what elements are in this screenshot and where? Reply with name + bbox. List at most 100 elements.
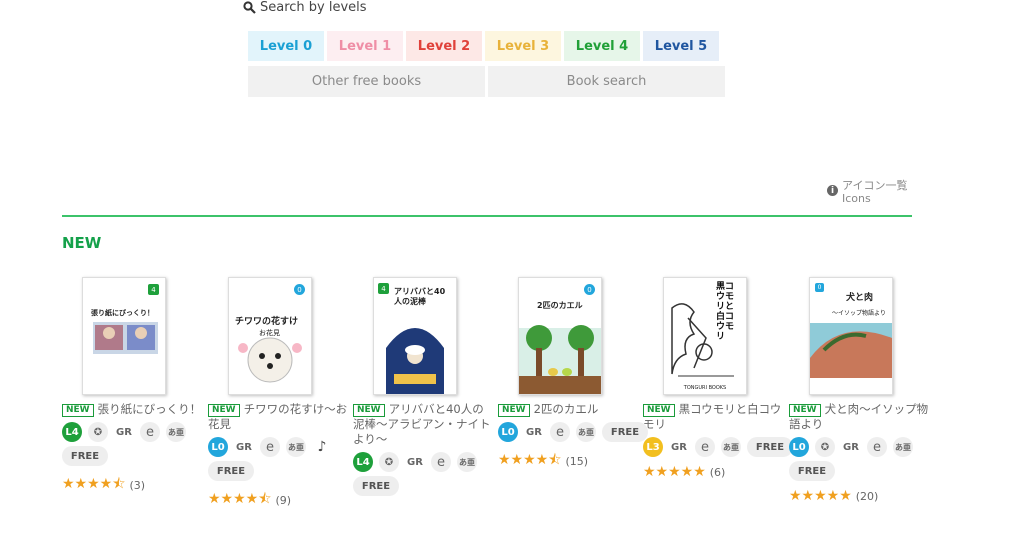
book-title[interactable]: NEW 2匹のカエル bbox=[498, 402, 638, 417]
level-0-button[interactable]: Level 0 bbox=[248, 31, 324, 61]
cover-level-badge: 4 bbox=[148, 284, 159, 295]
graded-reader-tag: GR bbox=[843, 441, 859, 453]
cover-title: 黒コウモリと白コウモリ bbox=[716, 282, 735, 342]
book-tags: L0 GR e あ亜 FREE bbox=[498, 422, 648, 442]
level-badge: L0 bbox=[498, 422, 518, 442]
search-by-levels-label: Search by levels bbox=[260, 0, 367, 15]
cover-level-badge: 0 bbox=[584, 284, 595, 295]
book-cover[interactable]: 0 2匹のカエル bbox=[518, 277, 602, 395]
ebook-tag: e bbox=[550, 422, 570, 442]
level-1-button[interactable]: Level 1 bbox=[327, 31, 403, 61]
book-cover[interactable]: 4 張り紙にびっくり！ bbox=[82, 277, 166, 395]
section-divider bbox=[62, 215, 912, 217]
graded-reader-tag: GR bbox=[116, 426, 132, 438]
book-title[interactable]: NEW 犬と肉〜イソップ物語より bbox=[789, 402, 929, 432]
cover-title: 犬と肉 bbox=[846, 293, 874, 303]
rating: ★★★★⯪ (3) bbox=[62, 473, 202, 497]
cover-title: チワワの花すけ bbox=[235, 317, 299, 327]
new-badge: NEW bbox=[208, 404, 240, 417]
kanji-tag: あ亜 bbox=[893, 437, 913, 457]
rating-count: (15) bbox=[565, 454, 589, 468]
info-icon: i bbox=[827, 185, 838, 196]
book-title-text: 2匹のカエル bbox=[533, 402, 599, 416]
level-badge: L4 bbox=[62, 422, 82, 442]
book-cover[interactable]: 4 アリババと40人の泥棒 bbox=[373, 277, 457, 395]
ebook-tag: e bbox=[695, 437, 715, 457]
cover-title: 張り紙にびっくり！ bbox=[91, 309, 154, 317]
rating-stars: ★★★★★ bbox=[643, 464, 706, 480]
kanji-tag: あ亜 bbox=[576, 422, 596, 442]
level-3-button[interactable]: Level 3 bbox=[485, 31, 561, 61]
book-tags: L3 GR e あ亜 FREE bbox=[643, 437, 793, 457]
book-tags: L0 ✪ GR e あ亜 FREE bbox=[789, 437, 939, 481]
kanji-tag: あ亜 bbox=[457, 452, 477, 472]
cover-level-badge: 0 bbox=[294, 284, 305, 295]
book-card[interactable]: 4 張り紙にびっくり！ NEW 張り紙にびっくり！ L4 ✪ GR e あ亜 FR… bbox=[62, 277, 202, 497]
book-card[interactable]: 0 犬と肉 〜イソップ物語より NEW 犬と肉〜イソップ物語より L0 ✪ GR … bbox=[789, 277, 929, 504]
award-icon: ✪ bbox=[815, 437, 835, 457]
cover-publisher: TONGURI BOOKS bbox=[683, 385, 727, 391]
free-tag: FREE bbox=[353, 476, 399, 496]
book-title[interactable]: NEW 黒コウモリと白コウモリ bbox=[643, 402, 783, 432]
rating: ★★★★⯪ (15) bbox=[498, 449, 638, 473]
new-badge: NEW bbox=[62, 404, 94, 417]
award-icon: ✪ bbox=[88, 422, 108, 442]
book-card[interactable]: 黒コウモリと白コウモリ TONGURI BOOKS NEW 黒コウモリと白コウモリ… bbox=[643, 277, 793, 480]
kanji-tag: あ亜 bbox=[721, 437, 741, 457]
cover-illustration bbox=[93, 322, 158, 354]
rating-count: (9) bbox=[275, 493, 292, 507]
book-card[interactable]: 4 アリババと40人の泥棒 NEW アリババと40人の泥棒〜アラビアン・ナイトより… bbox=[353, 277, 493, 496]
book-cover[interactable]: 0 犬と肉 〜イソップ物語より bbox=[809, 277, 893, 395]
level-badge: L0 bbox=[208, 437, 228, 457]
rating: ★★★★★ (20) bbox=[789, 488, 929, 504]
rating-stars: ★★★★⯪ bbox=[62, 476, 126, 492]
level-4-button[interactable]: Level 4 bbox=[564, 31, 640, 61]
book-title[interactable]: NEW 張り紙にびっくり！ bbox=[62, 402, 202, 417]
new-badge: NEW bbox=[643, 404, 675, 417]
award-icon: ✪ bbox=[379, 452, 399, 472]
cover-level-badge: 0 bbox=[815, 283, 824, 292]
graded-reader-tag: GR bbox=[671, 441, 687, 453]
book-title[interactable]: NEW チワワの花すけ〜お花見 bbox=[208, 402, 348, 432]
section-heading: NEW bbox=[62, 234, 102, 252]
rating-count: (6) bbox=[709, 465, 726, 479]
new-badge: NEW bbox=[353, 404, 385, 417]
kanji-tag: あ亜 bbox=[286, 437, 306, 457]
rating-count: (20) bbox=[855, 489, 879, 503]
book-search-button[interactable]: Book search bbox=[488, 66, 725, 97]
icons-link-en: Icons bbox=[842, 192, 871, 205]
new-badge: NEW bbox=[498, 404, 530, 417]
rating: ★★★★★ (6) bbox=[643, 464, 783, 480]
cover-level-badge: 4 bbox=[378, 283, 389, 294]
rating-stars: ★★★★⯪ bbox=[498, 452, 562, 468]
rating-stars: ★★★★★ bbox=[789, 488, 852, 504]
rating: ★★★★⯪ (9) bbox=[208, 488, 348, 512]
book-cover[interactable]: 0 チワワの花すけ お花見 bbox=[228, 277, 312, 395]
secondary-links: Other free books Book search bbox=[248, 66, 725, 97]
graded-reader-tag: GR bbox=[407, 456, 423, 468]
ebook-tag: e bbox=[140, 422, 160, 442]
level-2-button[interactable]: Level 2 bbox=[406, 31, 482, 61]
book-card[interactable]: 0 チワワの花すけ お花見 NEW チワワの花すけ〜お花見 L0 GR e あ亜 … bbox=[208, 277, 348, 512]
search-by-levels-heading: Search by levels bbox=[243, 0, 367, 15]
ebook-tag: e bbox=[260, 437, 280, 457]
book-title-text: 張り紙にびっくり！ bbox=[97, 402, 202, 416]
cover-subtitle: 〜イソップ物語より bbox=[832, 310, 886, 317]
free-tag: FREE bbox=[208, 461, 254, 481]
free-tag: FREE bbox=[62, 446, 108, 466]
kanji-tag: あ亜 bbox=[166, 422, 186, 442]
rating-count: (3) bbox=[129, 478, 146, 492]
ebook-tag: e bbox=[431, 452, 451, 472]
book-title[interactable]: NEW アリババと40人の泥棒〜アラビアン・ナイトより〜 bbox=[353, 402, 493, 447]
cover-title: アリババと40人の泥棒 bbox=[394, 287, 446, 306]
level-5-button[interactable]: Level 5 bbox=[643, 31, 719, 61]
icons-list-link[interactable]: i アイコン一覧 Icons bbox=[827, 179, 907, 205]
book-card[interactable]: 0 2匹のカエル NEW 2匹のカエル L0 GR e あ亜 FREE ★★★★⯪… bbox=[498, 277, 648, 473]
cover-illustration bbox=[519, 325, 601, 394]
book-cover[interactable]: 黒コウモリと白コウモリ TONGURI BOOKS bbox=[663, 277, 747, 395]
other-free-books-button[interactable]: Other free books bbox=[248, 66, 485, 97]
free-tag: FREE bbox=[747, 437, 793, 457]
icons-link-jp: アイコン一覧 bbox=[842, 179, 908, 192]
audio-icon: ♪ bbox=[317, 439, 327, 455]
book-tags: L0 GR e あ亜 ♪ FREE bbox=[208, 437, 358, 481]
